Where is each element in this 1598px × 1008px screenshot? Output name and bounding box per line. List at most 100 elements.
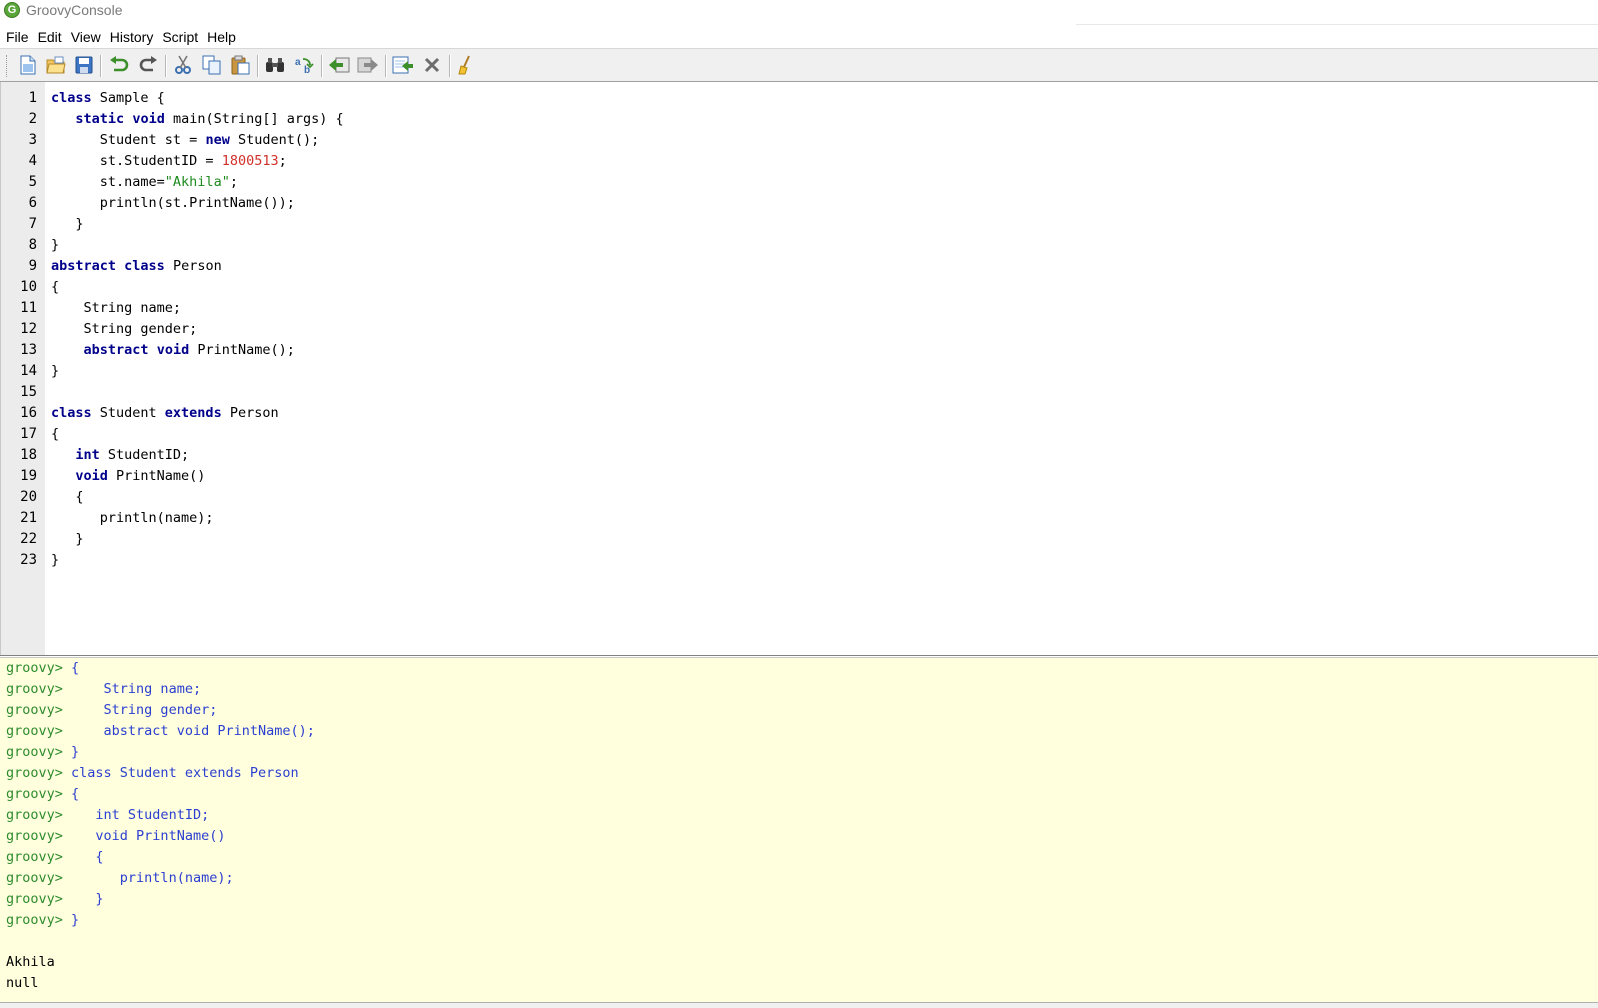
code-token: Student(); — [229, 132, 320, 148]
output-echo-line: groovy> } — [6, 742, 79, 763]
new-file-icon[interactable] — [17, 54, 39, 76]
keyword-token: abstract — [83, 342, 149, 358]
echo-text: int StudentID; — [71, 807, 210, 823]
line-number-gutter: 1 2 3 4 5 6 7 8 9 10 11 12 13 14 15 16 17 18 19 20 21 22 23 — [0, 82, 45, 655]
history-previous-icon[interactable] — [328, 54, 350, 76]
keyword-token: static — [75, 111, 125, 127]
keyword-token: extends — [164, 405, 222, 421]
output-echo-line: groovy> void PrintName() — [6, 826, 225, 847]
menu-history[interactable]: History — [107, 26, 157, 48]
code-token: String name; — [51, 300, 182, 316]
cut-icon[interactable] — [172, 54, 194, 76]
code-line[interactable]: String name; — [51, 298, 182, 319]
line-number: 1 — [28, 90, 37, 106]
svg-text:a: a — [295, 57, 301, 68]
code-line[interactable]: println(st.PrintName()); — [51, 193, 295, 214]
line-number: 11 — [20, 300, 37, 316]
output-echo-line: groovy> println(name); — [6, 868, 234, 889]
code-line[interactable]: { — [51, 277, 59, 298]
groovy-prompt: groovy> — [6, 702, 72, 718]
code-line[interactable]: void PrintName() — [51, 466, 205, 487]
output-result-line: Akhila — [6, 952, 55, 973]
line-number: 18 — [20, 447, 37, 463]
menu-view[interactable]: View — [68, 26, 104, 48]
line-number: 3 — [28, 132, 37, 148]
code-line[interactable]: st.name="Akhila"; — [51, 172, 238, 193]
code-line[interactable]: } — [51, 361, 59, 382]
groovy-prompt: groovy> — [6, 849, 72, 865]
undo-icon[interactable] — [108, 54, 130, 76]
echo-text: } — [71, 744, 80, 760]
echo-text: { — [71, 660, 80, 676]
window-title: GroovyConsole — [26, 2, 123, 18]
keyword-token: void — [132, 111, 165, 127]
line-number: 16 — [20, 405, 37, 421]
output-echo-line: groovy> class Student extends Person — [6, 763, 299, 784]
find-icon[interactable] — [264, 54, 286, 76]
open-file-icon[interactable] — [45, 54, 67, 76]
code-line[interactable]: class Student extends Person — [51, 403, 279, 424]
window-bottom-edge — [0, 1002, 1598, 1008]
code-line[interactable]: static void main(String[] args) { — [51, 109, 343, 130]
code-token: ; — [229, 174, 238, 190]
save-file-icon[interactable] — [73, 54, 95, 76]
code-line[interactable]: String gender; — [51, 319, 198, 340]
menu-edit[interactable]: Edit — [35, 26, 65, 48]
echo-text: abstract void PrintName(); — [71, 723, 315, 739]
copy-icon[interactable] — [201, 54, 223, 76]
toolbar: ab — [0, 48, 1598, 82]
history-next-icon[interactable] — [357, 54, 379, 76]
code-line[interactable]: abstract void PrintName(); — [51, 340, 295, 361]
code-line[interactable]: class Sample { — [51, 88, 165, 109]
script-editor[interactable]: 1 2 3 4 5 6 7 8 9 10 11 12 13 14 15 16 17 18 19 20 21 22 23 cl… — [0, 82, 1598, 656]
code-line[interactable]: { — [51, 487, 83, 508]
echo-text: println(name); — [71, 870, 234, 886]
clear-output-icon[interactable] — [456, 54, 478, 76]
code-line[interactable]: } — [51, 550, 59, 571]
code-line[interactable]: } — [51, 529, 83, 550]
code-line[interactable]: { — [51, 424, 59, 445]
replace-icon[interactable]: ab — [293, 54, 315, 76]
output-result-line: null — [6, 973, 39, 994]
paste-icon[interactable] — [229, 54, 251, 76]
toolbar-separator — [257, 55, 259, 77]
menu-help[interactable]: Help — [204, 26, 239, 48]
output-echo-line: groovy> } — [6, 910, 79, 931]
output-echo-line: groovy> String name; — [6, 679, 201, 700]
menu-script[interactable]: Script — [159, 26, 201, 48]
interrupt-script-icon[interactable] — [421, 54, 443, 76]
code-line[interactable]: abstract class Person — [51, 256, 222, 277]
run-script-icon[interactable] — [392, 54, 414, 76]
groovy-prompt: groovy> — [6, 891, 72, 907]
output-echo-line: groovy> { — [6, 784, 79, 805]
code-line[interactable]: println(name); — [51, 508, 214, 529]
code-line[interactable]: int StudentID; — [51, 445, 189, 466]
code-line[interactable]: Student st = new Student(); — [51, 130, 319, 151]
groovy-prompt: groovy> — [6, 870, 72, 886]
code-token: PrintName(); — [189, 342, 295, 358]
groovy-prompt: groovy> — [6, 786, 72, 802]
groovy-prompt: groovy> — [6, 681, 72, 697]
output-console[interactable]: groovy> {groovy> String name; groovy> Str… — [0, 657, 1598, 1002]
line-number: 13 — [20, 342, 37, 358]
keyword-token: void — [75, 468, 108, 484]
string-token: "Akhila" — [164, 174, 230, 190]
code-token: Student st = — [51, 132, 206, 148]
redo-icon[interactable] — [137, 54, 159, 76]
line-number: 9 — [28, 258, 37, 274]
code-line[interactable]: } — [51, 235, 59, 256]
groovy-prompt: groovy> — [6, 744, 72, 760]
groovy-prompt: groovy> — [6, 807, 72, 823]
groovy-prompt: groovy> — [6, 660, 72, 676]
result-text: Akhila — [6, 954, 55, 970]
code-token: Person — [164, 258, 222, 274]
menu-file[interactable]: File — [3, 26, 32, 48]
code-line[interactable]: st.StudentID = 1800513; — [51, 151, 287, 172]
code-line[interactable]: } — [51, 214, 83, 235]
line-number: 8 — [28, 237, 37, 253]
output-echo-line: groovy> abstract void PrintName(); — [6, 721, 315, 742]
toolbar-grip[interactable] — [6, 55, 10, 77]
keyword-token: class — [124, 258, 165, 274]
